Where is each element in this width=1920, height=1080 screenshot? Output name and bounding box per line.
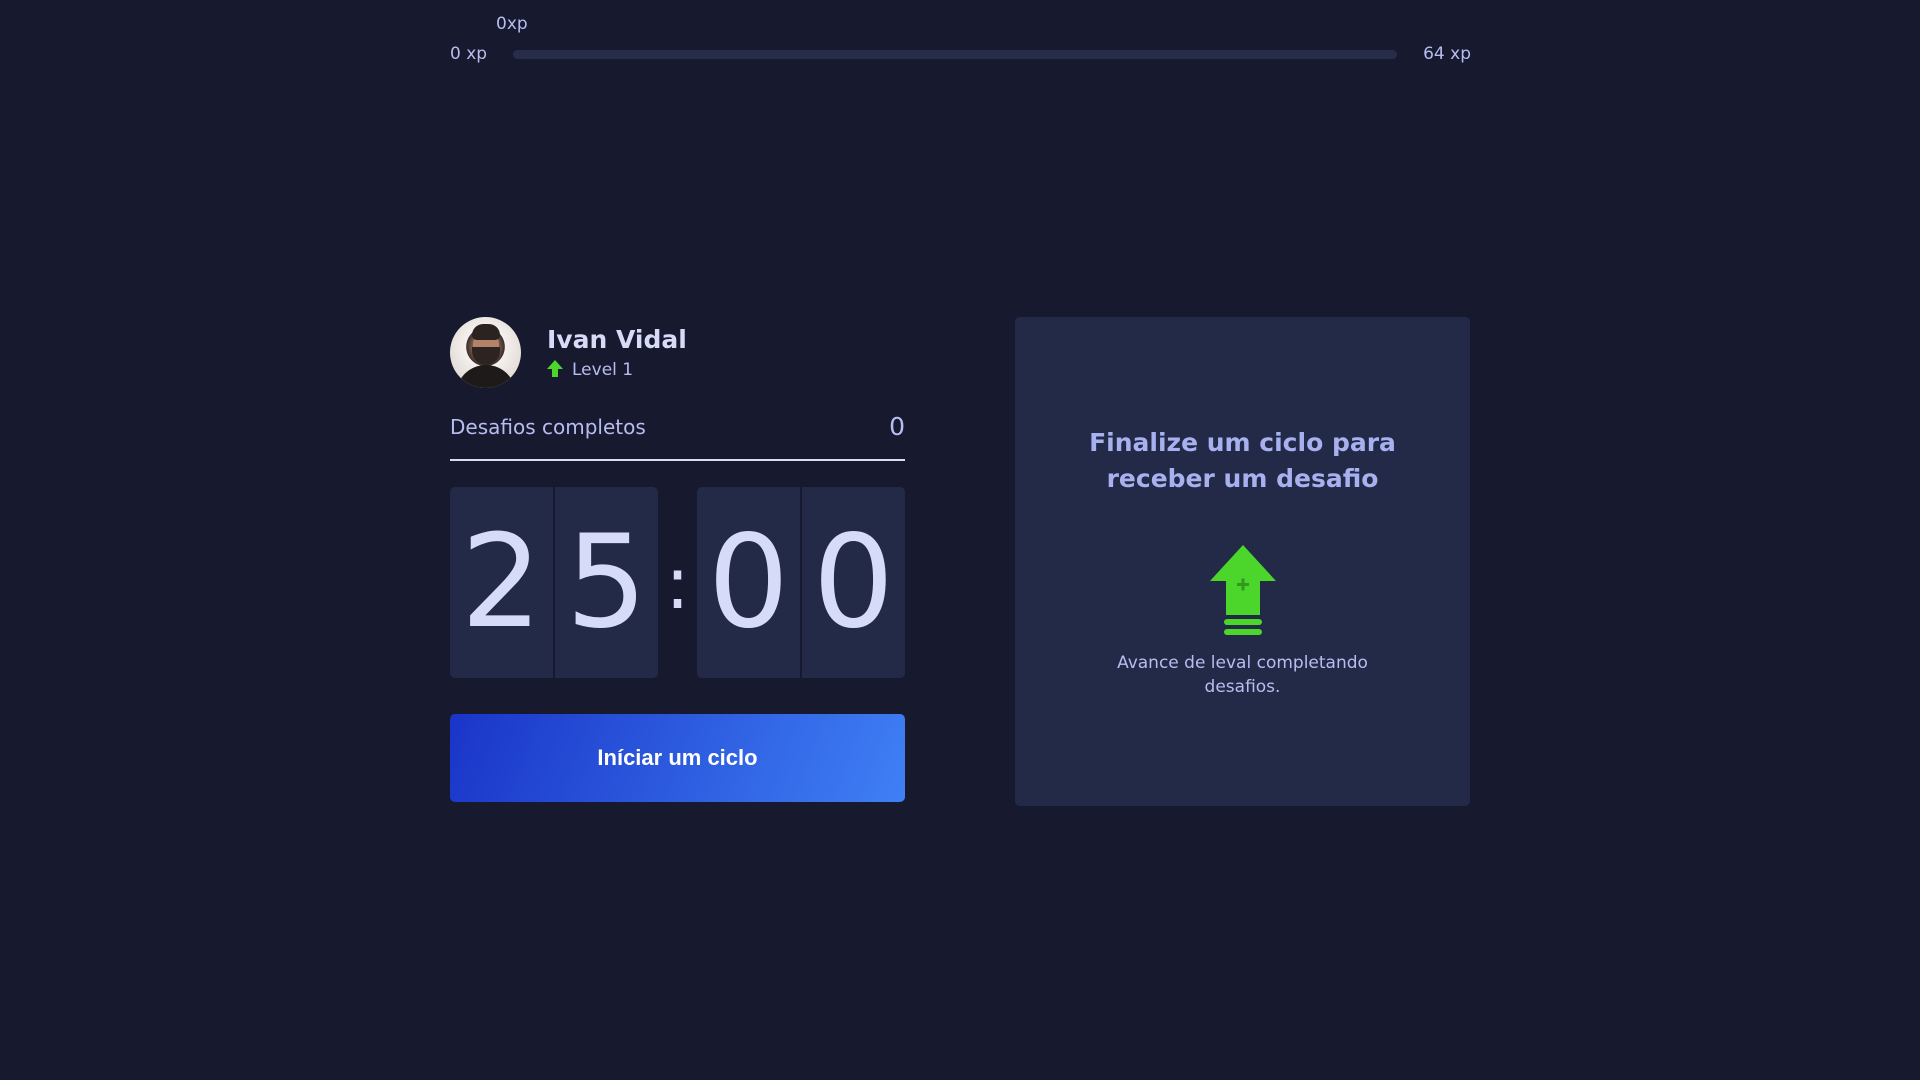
seconds-tens-digit: 0: [697, 487, 800, 678]
profile: Ivan Vidal Level 1: [450, 316, 905, 388]
completed-challenges-label: Desafios completos: [450, 414, 646, 439]
countdown-timer: 2 5 : 0 0: [450, 487, 905, 678]
minutes-tens-digit: 2: [450, 487, 553, 678]
completed-challenges: Desafios completos 0: [450, 412, 905, 461]
minutes-ones-digit: 5: [553, 487, 658, 678]
experience-bar: 0 xp 0xp 64 xp: [450, 0, 1471, 80]
xp-max-label: 64 xp: [1423, 44, 1471, 64]
xp-progress-track: [513, 50, 1397, 59]
avatar: [450, 316, 521, 388]
challenge-card: Finalize um ciclo para receber um desafi…: [1015, 317, 1470, 806]
level-row: Level 1: [547, 360, 687, 380]
start-cycle-button[interactable]: Iníciar um ciclo: [450, 714, 905, 802]
challenge-card-title: Finalize um ciclo para receber um desafi…: [1089, 428, 1396, 493]
seconds-display: 0 0: [697, 487, 905, 678]
left-column: Ivan Vidal Level 1 Desafios completos 0 …: [450, 316, 905, 802]
level-up-arrow-icon: [1209, 545, 1276, 635]
minutes-display: 2 5: [450, 487, 658, 678]
level-label: Level 1: [572, 359, 634, 380]
challenge-card-description: Avance de leval completando desafios.: [1117, 653, 1368, 697]
xp-current-label: 0xp: [496, 14, 528, 34]
profile-info: Ivan Vidal Level 1: [547, 325, 687, 380]
xp-min-label: 0 xp: [450, 44, 488, 64]
completed-challenges-count: 0: [889, 412, 905, 441]
time-separator: :: [665, 540, 690, 625]
user-name: Ivan Vidal: [547, 324, 687, 354]
seconds-ones-digit: 0: [800, 487, 905, 678]
level-up-arrow-icon: [547, 360, 563, 377]
